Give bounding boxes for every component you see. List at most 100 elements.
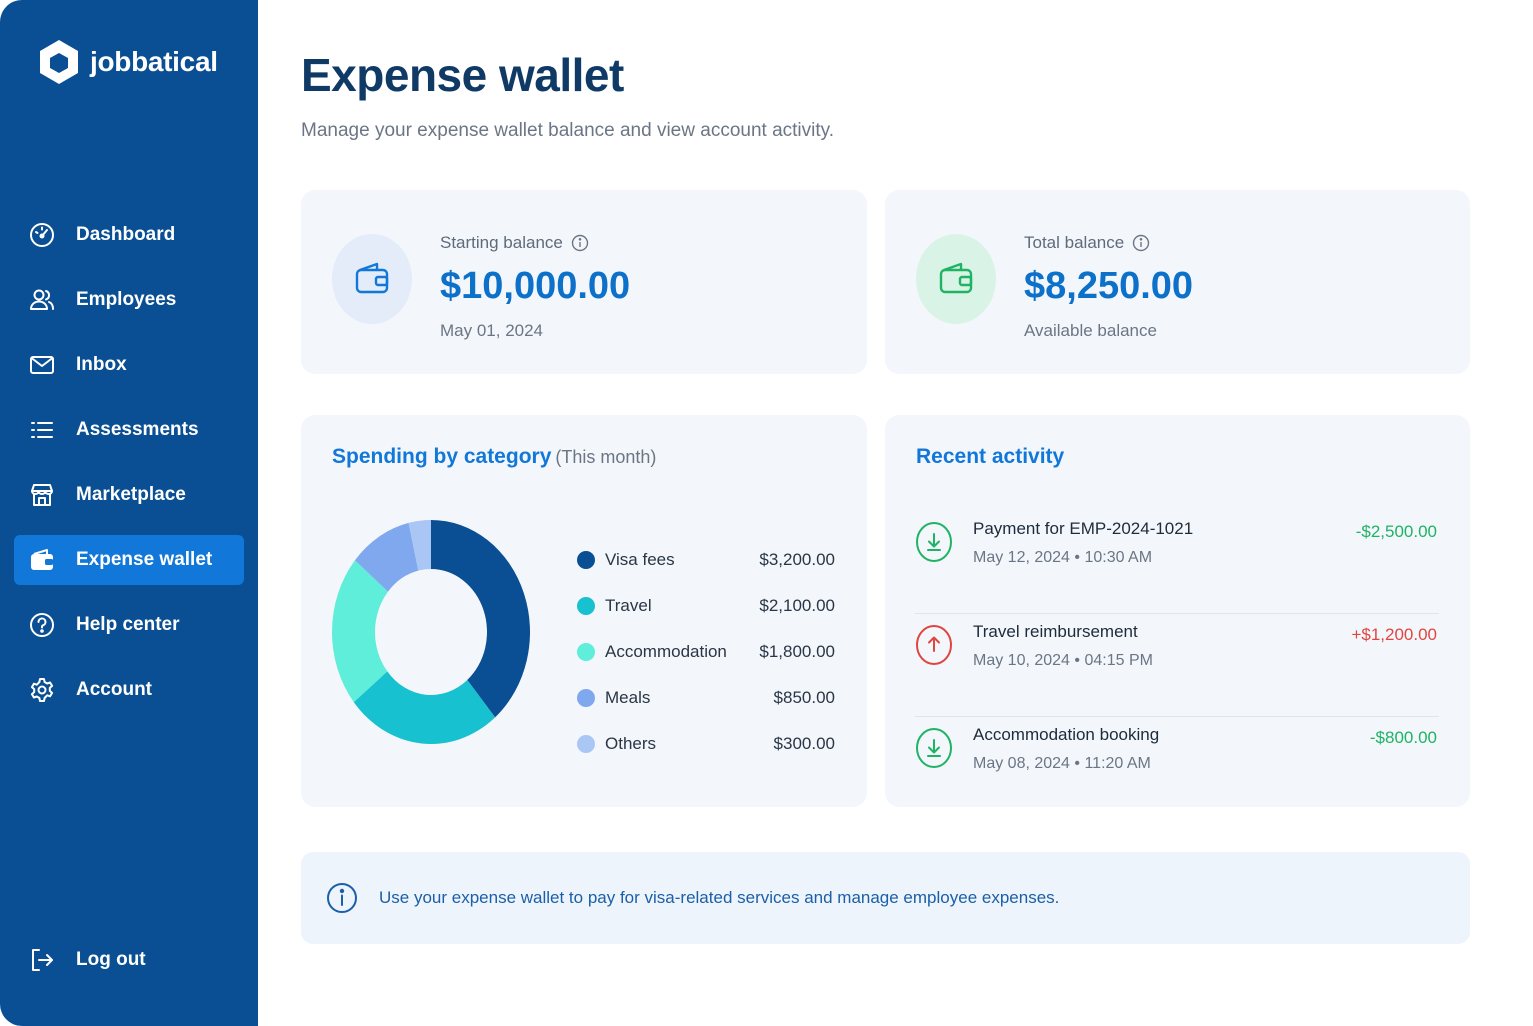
legend-label: Accommodation [605, 642, 727, 661]
info-icon[interactable] [1132, 234, 1150, 252]
sidebar-item-label: Employees [76, 289, 177, 310]
legend-item: Others $300.00 [577, 721, 835, 767]
wallet-icon-badge [916, 234, 996, 324]
activity-time: 10:30 AM [1084, 549, 1153, 566]
starting-balance-amount: $10,000.00 [440, 265, 631, 307]
activity-card: Recent activity Payment for EMP-2024-102… [885, 415, 1470, 807]
help-icon [30, 613, 54, 637]
main-content: Expense wallet Manage your expense walle… [258, 0, 1533, 1026]
activity-amount: -$800.00 [1369, 728, 1437, 747]
sidebar-item-dashboard[interactable]: Dashboard [14, 210, 244, 260]
brand[interactable]: jobbatical [38, 38, 218, 86]
download-circle-icon [916, 522, 952, 562]
activity-row[interactable]: Travel reimbursement May 10, 2024 • 04:15… [915, 614, 1439, 717]
legend-label: Meals [605, 688, 651, 707]
wallet-icon-badge [332, 234, 412, 324]
download-circle-icon [916, 728, 952, 768]
legend-item: Visa fees $3,200.00 [577, 537, 835, 583]
legend-label: Others [605, 734, 657, 753]
starting-balance-label-row: Starting balance [440, 233, 589, 253]
starting-balance-card: Starting balance $10,000.00 May 01, 2024 [301, 190, 867, 374]
sidebar-item-employees[interactable]: Employees [14, 275, 244, 325]
activity-title-text: Travel reimbursement [973, 622, 1138, 641]
legend-item: Travel $2,100.00 [577, 583, 835, 629]
activity-meta: May 10, 2024 • 04:15 PM [973, 652, 1153, 669]
store-icon [31, 484, 53, 506]
page-title: Expense wallet [301, 49, 624, 101]
info-banner: Use your expense wallet to pay for visa-… [301, 852, 1470, 944]
legend-value: $3,200.00 [759, 550, 835, 569]
legend-item: Accommodation $1,800.00 [577, 629, 835, 675]
wallet-icon [939, 262, 973, 294]
activity-title-text: Payment for EMP-2024-1021 [973, 519, 1194, 538]
total-balance-card: Total balance $8,250.00 Available balanc… [885, 190, 1470, 374]
logout-label: Log out [76, 949, 146, 970]
sidebar-nav: Dashboard Employees Inbox Assessments Ma… [14, 210, 244, 730]
sidebar-item-label: Inbox [76, 354, 127, 375]
spending-period: (This month) [555, 447, 657, 467]
total-balance-amount: $8,250.00 [1024, 265, 1194, 307]
activity-meta: May 08, 2024 • 11:20 AM [973, 755, 1151, 772]
sidebar-item-help-center[interactable]: Help center [14, 600, 244, 650]
gear-icon [30, 678, 54, 702]
spending-card: Spending by category (This month) Visa fe… [301, 415, 867, 807]
total-balance-label: Total balance [1024, 233, 1125, 252]
legend-value: $300.00 [773, 734, 835, 753]
mail-icon [30, 356, 54, 374]
sidebar-item-expense-wallet[interactable]: Expense wallet [14, 535, 244, 585]
brand-name: jobbatical [90, 46, 218, 77]
activity-title: Recent activity [916, 445, 1065, 468]
legend-value: $850.00 [773, 688, 835, 707]
sidebar-item-account[interactable]: Account [14, 665, 244, 715]
gauge-icon [30, 223, 54, 247]
activity-row[interactable]: Accommodation booking May 08, 2024 • 11:2… [915, 717, 1439, 820]
upload-circle-icon [916, 625, 952, 665]
legend-swatch [577, 643, 595, 661]
donut-chart [332, 520, 531, 744]
list-icon [31, 422, 53, 438]
sidebar-item-inbox[interactable]: Inbox [14, 340, 244, 390]
sidebar-item-label: Help center [76, 614, 180, 635]
starting-balance-label: Starting balance [440, 233, 563, 252]
logo-icon [40, 40, 78, 84]
spending-title-text: Spending by category [332, 445, 552, 468]
wallet-icon [31, 549, 53, 570]
total-balance-label-row: Total balance [1024, 233, 1150, 253]
wallet-icon [355, 262, 389, 294]
activity-amount: -$2,500.00 [1355, 522, 1437, 541]
legend-value: $1,800.00 [759, 642, 835, 661]
activity-time: 04:15 PM [1084, 652, 1153, 669]
activity-row[interactable]: Payment for EMP-2024-1021 May 12, 2024 • … [915, 511, 1439, 614]
activity-meta: May 12, 2024 • 10:30 AM [973, 549, 1153, 566]
sidebar-item-label: Account [76, 679, 152, 700]
sidebar-item-label: Expense wallet [76, 549, 213, 570]
sidebar-item-marketplace[interactable]: Marketplace [14, 470, 244, 520]
activity-title-text: Accommodation booking [973, 725, 1160, 744]
sidebar-item-assessments[interactable]: Assessments [14, 405, 244, 455]
activity-date: May 12, 2024 [973, 549, 1070, 566]
info-icon [327, 883, 357, 913]
activity-time: 11:20 AM [1084, 755, 1151, 772]
app-window: jobbatical Dashboard Employees Inbox Ass… [0, 0, 1533, 1026]
sidebar-item-label: Dashboard [76, 224, 176, 245]
chart-legend: Visa fees $3,200.00 Travel $2,100.00 Accommo… [577, 537, 835, 767]
sidebar: jobbatical Dashboard Employees Inbox Ass… [0, 0, 258, 1026]
sidebar-item-label: Marketplace [76, 484, 186, 505]
donut-slice-visa-fees [431, 520, 531, 718]
legend-swatch [577, 551, 595, 569]
spending-title: Spending by category (This month) [332, 445, 656, 469]
legend-swatch [577, 597, 595, 615]
legend-value: $2,100.00 [759, 596, 835, 615]
legend-swatch [577, 735, 595, 753]
info-icon[interactable] [571, 234, 589, 252]
legend-swatch [577, 689, 595, 707]
sidebar-item-label: Assessments [76, 419, 199, 440]
total-balance-sub: Available balance [1024, 321, 1157, 340]
logout-icon [32, 949, 53, 971]
legend-item: Meals $850.00 [577, 675, 835, 721]
users-icon [30, 289, 54, 310]
activity-amount: +$1,200.00 [1351, 625, 1437, 644]
legend-label: Visa fees [605, 550, 675, 569]
activity-date: May 10, 2024 [973, 652, 1070, 669]
logout-button[interactable]: Log out [28, 946, 146, 974]
